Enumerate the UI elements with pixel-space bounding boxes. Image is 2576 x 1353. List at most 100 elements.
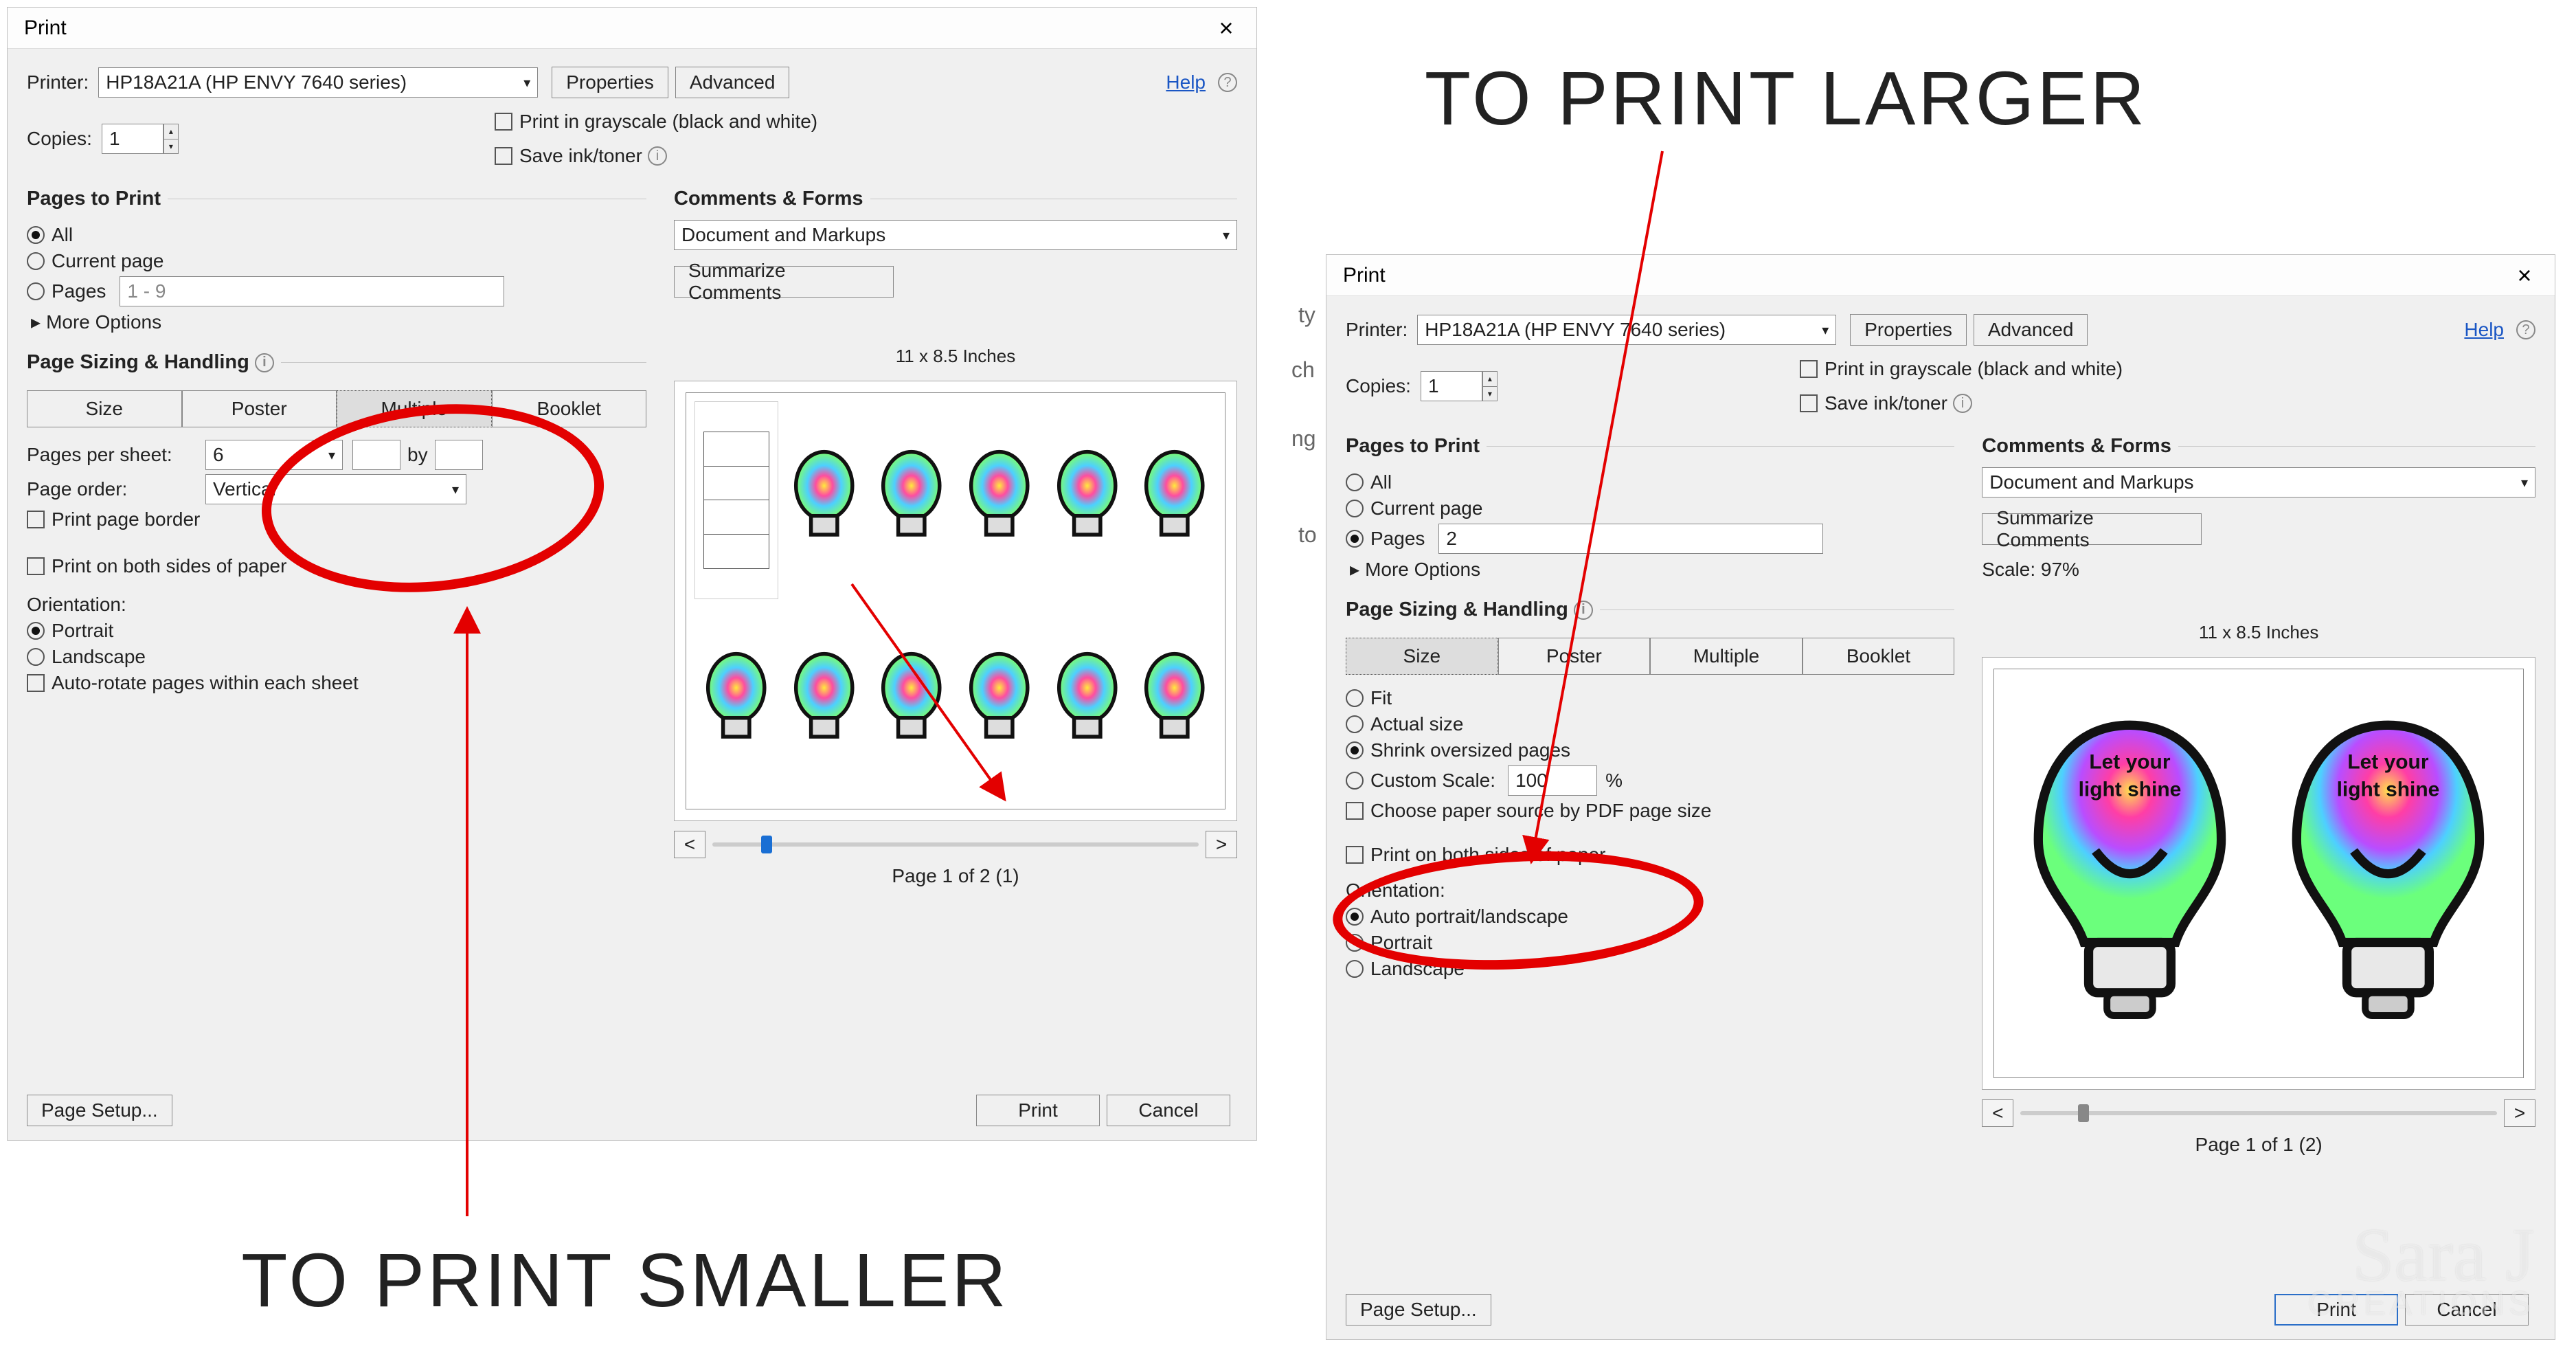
bulb-large-icon: Let your light shine [2261,678,2515,1069]
page-order-label: Page order: [27,478,205,500]
info-icon[interactable]: i [1574,601,1593,620]
cancel-button[interactable]: Cancel [1107,1095,1230,1126]
multiple-btn[interactable]: Multiple [1650,638,1803,675]
page-slider[interactable] [712,842,1199,847]
save-ink-label: Save ink/toner [519,145,642,167]
booklet-btn[interactable]: Booklet [492,390,647,427]
radio-shrink[interactable] [1346,741,1364,759]
advanced-button[interactable]: Advanced [1974,314,2088,346]
radio-current[interactable] [27,252,45,270]
radio-all[interactable] [1346,473,1364,491]
close-icon[interactable]: × [2504,261,2545,290]
radio-landscape[interactable] [1346,960,1364,978]
radio-auto-orient[interactable] [1346,908,1364,926]
more-options-arrow[interactable]: ▸ [31,311,41,333]
multiple-btn[interactable]: Multiple [337,390,492,427]
pages-input[interactable]: 2 [1438,524,1823,554]
grayscale-checkbox[interactable] [1800,360,1818,378]
radio-portrait[interactable] [27,622,45,640]
titlebar: Print × [8,8,1256,49]
copies-spinner[interactable]: ▴▾ [1482,371,1498,401]
comments-select[interactable]: Document and Markups▾ [674,220,1237,250]
properties-button[interactable]: Properties [1850,314,1967,346]
both-sides-checkbox[interactable] [27,557,45,575]
help-icon[interactable]: ? [1218,73,1237,92]
printer-label: Printer: [27,71,89,93]
comments-select[interactable]: Document and Markups▾ [1982,467,2535,497]
radio-pages[interactable] [1346,530,1364,548]
pages-legend: Pages to Print [27,188,168,210]
page-setup-button[interactable]: Page Setup... [27,1095,172,1126]
custom-scale-label: Custom Scale: [1370,770,1495,792]
radio-all[interactable] [27,226,45,244]
help-link[interactable]: Help [1166,71,1206,93]
preview-box: Let your light shine Let your [1982,657,2535,1090]
poster-btn[interactable]: Poster [1498,638,1651,675]
radio-landscape[interactable] [27,648,45,666]
printer-value: HP18A21A (HP ENVY 7640 series) [1425,319,1726,341]
copies-input[interactable]: 1 [102,124,163,154]
properties-button[interactable]: Properties [552,67,668,98]
print-button[interactable]: Print [976,1095,1100,1126]
save-ink-checkbox[interactable] [495,147,512,165]
pps-width[interactable] [352,440,400,470]
radio-all-label: All [52,224,73,246]
custom-scale-input[interactable]: 100 [1508,765,1597,796]
grayscale-checkbox[interactable] [495,113,512,131]
save-ink-checkbox[interactable] [1800,394,1818,412]
radio-current[interactable] [1346,500,1364,517]
summarize-button[interactable]: Summarize Comments [1982,513,2202,545]
copies-input[interactable]: 1 [1421,371,1482,401]
annotation-smaller: TO PRINT SMALLER [213,1237,1037,1324]
help-link[interactable]: Help [2464,319,2504,341]
info-icon[interactable]: i [1953,394,1972,413]
percent-label: % [1605,770,1623,792]
comments-value: Document and Markups [681,224,885,246]
size-btn[interactable]: Size [1346,638,1498,675]
more-options[interactable]: More Options [1365,559,1480,581]
choose-source-label: Choose paper source by PDF page size [1370,800,1712,822]
pages-legend: Pages to Print [1346,435,1487,458]
close-icon[interactable]: × [1206,14,1247,43]
page-order-select[interactable]: Vertical▾ [205,474,466,504]
radio-portrait[interactable] [1346,934,1364,952]
printer-label: Printer: [1346,319,1408,341]
bg-text: to [1298,522,1317,548]
chevron-down-icon: ▾ [328,447,335,464]
page-border-checkbox[interactable] [27,511,45,528]
auto-rotate-checkbox[interactable] [27,674,45,692]
poster-btn[interactable]: Poster [182,390,337,427]
help-icon[interactable]: ? [2516,320,2535,339]
more-options[interactable]: More Options [46,311,161,333]
copies-label: Copies: [1346,375,1411,397]
radio-custom-scale[interactable] [1346,772,1364,790]
next-page-btn[interactable]: > [1206,831,1237,858]
pps-height[interactable] [435,440,483,470]
advanced-button[interactable]: Advanced [675,67,790,98]
prev-page-btn[interactable]: < [674,831,705,858]
page-border-label: Print page border [52,508,200,530]
printer-select[interactable]: HP18A21A (HP ENVY 7640 series) ▾ [98,67,538,98]
shrink-label: Shrink oversized pages [1370,739,1570,761]
info-icon[interactable]: i [255,353,274,372]
save-ink-label: Save ink/toner [1824,392,1947,414]
prev-page-btn[interactable]: < [1982,1099,2013,1127]
printer-select[interactable]: HP18A21A (HP ENVY 7640 series) ▾ [1417,315,1836,345]
radio-actual[interactable] [1346,715,1364,733]
both-sides-checkbox[interactable] [1346,846,1364,864]
copies-spinner[interactable]: ▴▾ [163,124,179,154]
bulb-icon [1046,401,1129,599]
pages-input[interactable]: 1 - 9 [120,276,504,306]
more-options-arrow[interactable]: ▸ [1350,558,1359,581]
radio-fit[interactable] [1346,689,1364,707]
booklet-btn[interactable]: Booklet [1803,638,1955,675]
summarize-button[interactable]: Summarize Comments [674,266,894,298]
page-setup-button[interactable]: Page Setup... [1346,1294,1491,1326]
next-page-btn[interactable]: > [2504,1099,2535,1127]
info-icon[interactable]: i [648,146,667,166]
page-slider[interactable] [2020,1111,2497,1115]
choose-source-checkbox[interactable] [1346,802,1364,820]
radio-pages[interactable] [27,282,45,300]
size-btn[interactable]: Size [27,390,182,427]
pps-select[interactable]: 6▾ [205,440,343,470]
